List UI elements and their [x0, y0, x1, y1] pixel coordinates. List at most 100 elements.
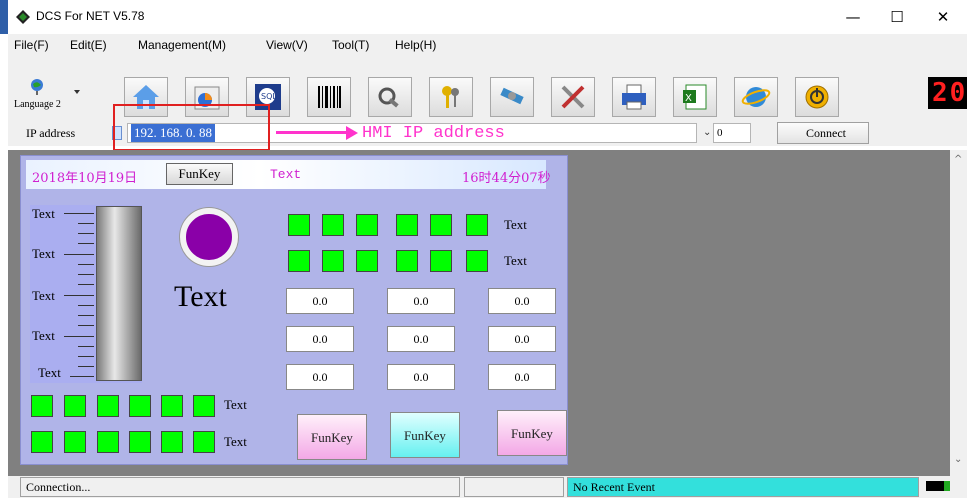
svg-text:X: X [685, 93, 692, 104]
tools-button[interactable] [368, 77, 412, 117]
scale-label: Text [38, 365, 61, 380]
vertical-scrollbar[interactable]: ^ ⌄ [950, 150, 967, 476]
excel-icon: X [683, 84, 707, 110]
lamp-indicator [161, 431, 183, 453]
numeric-display[interactable]: 0.0 [387, 288, 455, 314]
tools-icon [378, 87, 399, 108]
scale-tick [78, 264, 94, 265]
language-selector[interactable]: Language 2 [14, 99, 61, 110]
numeric-display[interactable]: 0.0 [488, 364, 556, 390]
app-logo-icon [16, 10, 30, 24]
scale-tick [78, 243, 94, 244]
menu-edit[interactable]: Edit(E) [70, 38, 107, 52]
window-title: DCS For NET V5.78 [36, 9, 145, 23]
lamp-indicator [322, 214, 344, 236]
scale-tick [78, 325, 94, 326]
scale-tick [78, 233, 94, 234]
keys-icon [442, 86, 459, 108]
ip-address-label: IP address [26, 126, 76, 140]
lamp-indicator [31, 431, 53, 453]
globe-icon[interactable] [30, 78, 44, 99]
lamp-indicator [193, 431, 215, 453]
hmi-header-text: Text [270, 167, 302, 182]
lamp-indicator [322, 250, 344, 272]
level-bar [96, 206, 142, 381]
lamp-indicator [97, 395, 119, 417]
lamp-indicator [288, 250, 310, 272]
hmi-date: 2018年10月19日 [32, 171, 138, 186]
ip-highlight-box [113, 104, 270, 151]
hmi-ip-annotation: HMI IP address [362, 124, 505, 143]
scale-tick [78, 274, 94, 275]
lamp-indicator [466, 214, 488, 236]
barcode-icon [318, 86, 341, 108]
scale-tick [70, 376, 94, 377]
menu-help[interactable]: Help(H) [395, 38, 436, 52]
scale-tick [78, 315, 94, 316]
hmi-time: 16时44分07秒 [462, 171, 551, 186]
scale-tick [64, 336, 94, 337]
lamp-label: Text [224, 434, 247, 449]
excel-button[interactable]: X [673, 77, 717, 117]
close-button[interactable]: ✕ [920, 0, 966, 34]
funkey-button-2[interactable]: FunKey [390, 412, 460, 458]
numeric-display[interactable]: 0.0 [488, 326, 556, 352]
ip-dropdown-icon[interactable]: ⌄ [703, 127, 711, 138]
exit-icon [805, 85, 829, 109]
numeric-display[interactable]: 0.0 [387, 364, 455, 390]
exit-button[interactable] [795, 77, 839, 117]
connection-status: Connection... [20, 477, 460, 497]
funkey-button-3[interactable]: FunKey [497, 410, 567, 456]
annotation-arrow [276, 131, 348, 134]
title-bar [0, 0, 967, 34]
language-dropdown-icon[interactable] [74, 90, 80, 94]
connect-button[interactable]: Connect [777, 122, 869, 144]
numeric-display[interactable]: 0.0 [286, 364, 354, 390]
numeric-display[interactable]: 0.0 [286, 326, 354, 352]
numeric-display[interactable]: 0.0 [286, 288, 354, 314]
menu-view[interactable]: View(V) [266, 38, 308, 52]
lamp-indicator [356, 250, 378, 272]
numeric-display[interactable]: 0.0 [488, 288, 556, 314]
scale-tick [78, 223, 94, 224]
lamp-label: Text [504, 253, 527, 268]
lamp-indicator [97, 431, 119, 453]
scale-tick [78, 356, 94, 357]
maximize-button[interactable]: ☐ [874, 0, 920, 34]
lamp-indicator [64, 395, 86, 417]
satellite-button[interactable] [490, 77, 534, 117]
numeric-display[interactable]: 0.0 [387, 326, 455, 352]
scale-tick [64, 254, 94, 255]
scale-label: Text [32, 246, 55, 261]
lamp-indicator [356, 214, 378, 236]
lamp-indicator [430, 214, 452, 236]
lamp-indicator [31, 395, 53, 417]
menu-management[interactable]: Management(M) [138, 38, 226, 52]
lamp-indicator [161, 395, 183, 417]
menu-bar: File(F) Edit(E) Management(M) View(V) To… [8, 34, 967, 56]
event-status: No Recent Event [567, 477, 919, 497]
lamp-indicator [466, 250, 488, 272]
lamp-indicator [129, 431, 151, 453]
cross-tools-button[interactable] [551, 77, 595, 117]
menu-tool[interactable]: Tool(T) [332, 38, 369, 52]
printer-icon [622, 84, 646, 110]
keys-button[interactable] [429, 77, 473, 117]
satellite-icon [500, 87, 524, 105]
svg-text:SQL: SQL [261, 92, 277, 101]
lamp-indicator [193, 395, 215, 417]
scale-label: Text [32, 288, 55, 303]
hmi-funkey-button[interactable]: FunKey [166, 163, 233, 185]
port-input[interactable]: 0 [713, 123, 751, 143]
menu-file[interactable]: File(F) [14, 38, 49, 52]
scroll-down-icon[interactable]: ⌄ [954, 454, 962, 465]
scale-tick [78, 305, 94, 306]
scroll-up-icon[interactable]: ^ [954, 154, 962, 165]
browser-button[interactable] [734, 77, 778, 117]
year-display: 2018 [928, 77, 967, 109]
print-button[interactable] [612, 77, 656, 117]
funkey-button-1[interactable]: FunKey [297, 414, 367, 460]
minimize-button[interactable]: — [830, 0, 876, 34]
scale-tick [78, 284, 94, 285]
barcode-button[interactable] [307, 77, 351, 117]
